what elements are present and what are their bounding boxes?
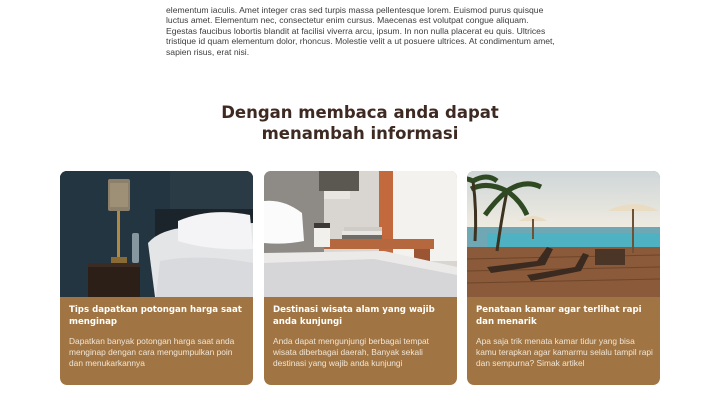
card-description: Apa saja trik menata kamar tidur yang bi… xyxy=(476,336,653,368)
section-title: Dengan membaca anda dapat menambah infor… xyxy=(0,102,720,144)
bedroom-image xyxy=(60,171,253,297)
section-title-line-2: menambah informasi xyxy=(261,124,459,143)
card-description: Anda dapat mengunjungi berbagai tempat w… xyxy=(273,336,429,368)
card-title[interactable]: Tips dapatkan potongan harga saat mengin… xyxy=(69,304,247,328)
article-card-discount-tips[interactable]: Tips dapatkan potongan harga saat mengin… xyxy=(60,171,253,385)
card-description: Dapatkan banyak potongan harga saat anda… xyxy=(69,336,235,368)
card-title[interactable]: Destinasi wisata alam yang wajib anda ku… xyxy=(273,304,451,328)
intro-paragraph: elementum iaculis. Amet integer cras sed… xyxy=(166,4,555,57)
pool-deck-image xyxy=(467,171,660,297)
room-interior-image xyxy=(264,171,457,297)
article-card-room-arrangement[interactable]: Penataan kamar agar terlihat rapi dan me… xyxy=(467,171,660,385)
page: elementum iaculis. Amet integer cras sed… xyxy=(0,0,720,400)
article-card-nature-destinations[interactable]: Destinasi wisata alam yang wajib anda ku… xyxy=(264,171,457,385)
section-title-line-1: Dengan membaca anda dapat xyxy=(221,103,499,122)
card-title[interactable]: Penataan kamar agar terlihat rapi dan me… xyxy=(476,304,654,328)
